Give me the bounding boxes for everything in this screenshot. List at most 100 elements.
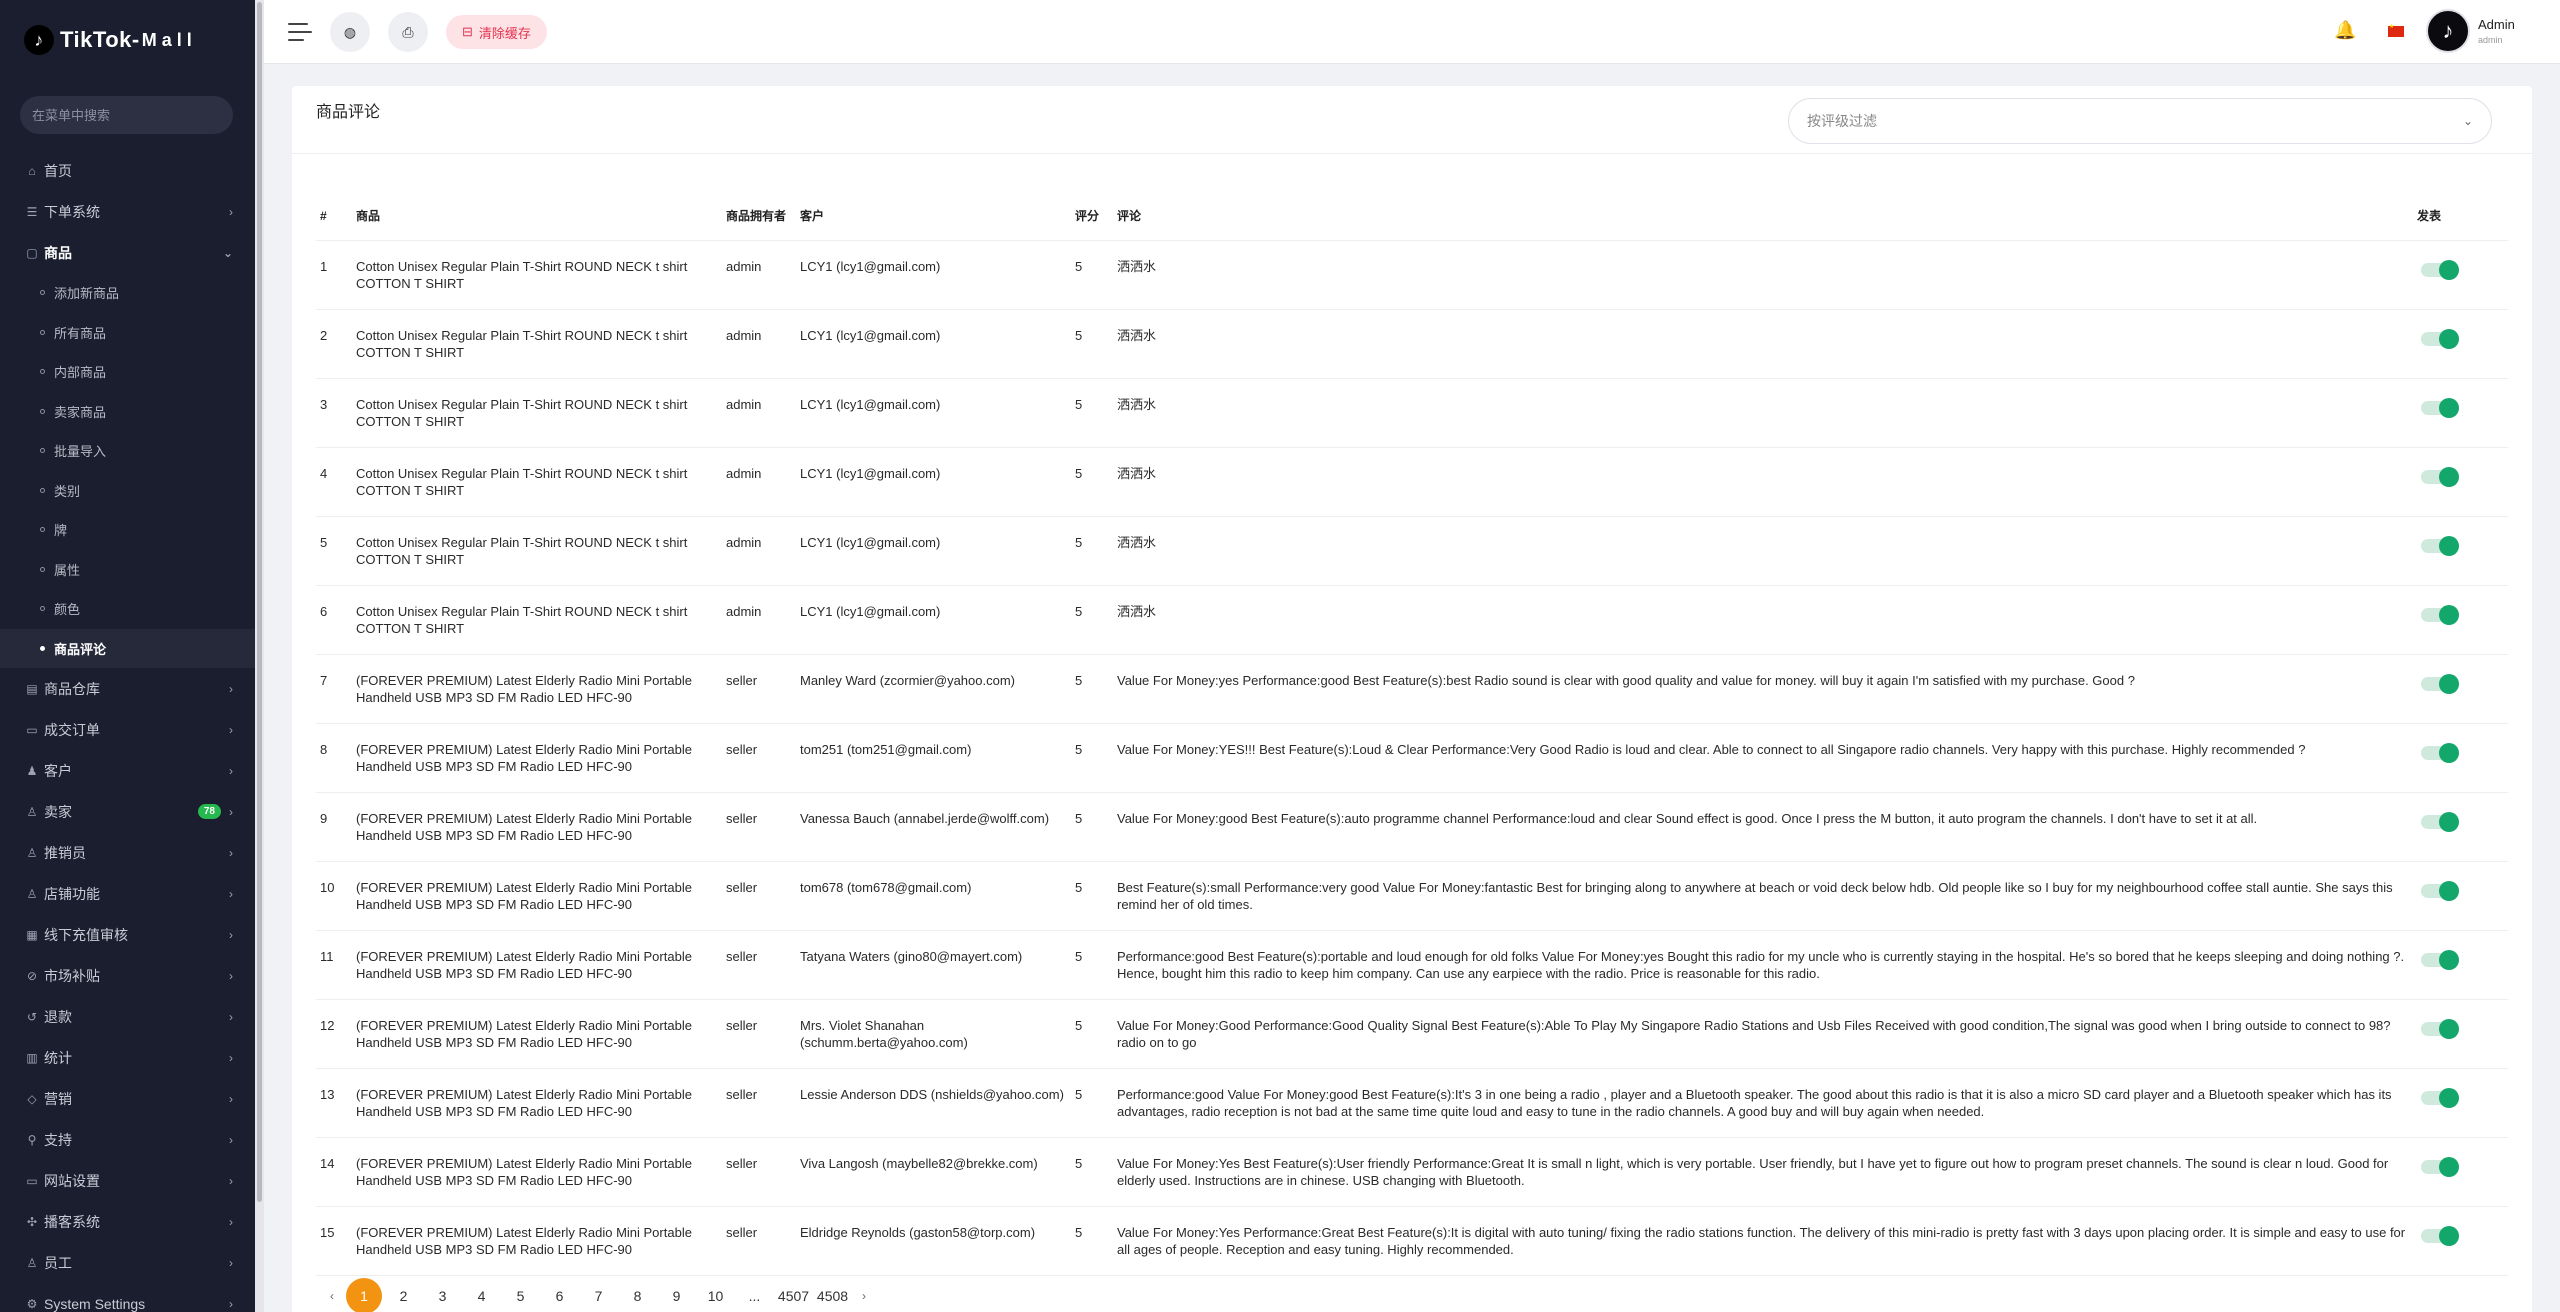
hamburger-menu-icon[interactable]	[288, 20, 316, 44]
sidebar-scrollbar[interactable]	[255, 0, 264, 1312]
brand-name: TikTok	[60, 27, 132, 52]
publish-toggle[interactable]	[2421, 535, 2459, 556]
pagination-page[interactable]: 10	[696, 1288, 735, 1304]
cell-comment: 洒洒水	[1113, 447, 2413, 517]
sidebar-subitem[interactable]: 批量导入	[0, 431, 255, 471]
table-row: 7 (FOREVER PREMIUM) Latest Elderly Radio …	[316, 654, 2508, 724]
publish-toggle[interactable]	[2421, 673, 2459, 694]
publish-toggle[interactable]	[2421, 259, 2459, 280]
cell-publish	[2413, 309, 2508, 379]
cell-customer: LCY1 (lcy1@gmail.com)	[796, 516, 1071, 586]
publish-toggle[interactable]	[2421, 1018, 2459, 1039]
pagination-page[interactable]: 8	[618, 1288, 657, 1304]
pagination-page[interactable]: 9	[657, 1288, 696, 1304]
sidebar-item-label: 支持	[44, 1131, 72, 1148]
rating-filter-select[interactable]: 按评级过滤 ⌄	[1788, 98, 2492, 144]
sidebar-item[interactable]: ✣ 播客系统 ›	[0, 1201, 255, 1242]
publish-toggle[interactable]	[2421, 949, 2459, 970]
website-icon: ▭	[26, 1173, 38, 1188]
sidebar-subitem[interactable]: 牌	[0, 510, 255, 550]
publish-toggle[interactable]	[2421, 466, 2459, 487]
china-flag-icon[interactable]	[2388, 23, 2404, 37]
globe-button[interactable]: ◍	[330, 12, 370, 52]
pagination-page[interactable]: 3	[423, 1288, 462, 1304]
cell-num: 8	[316, 723, 352, 793]
sidebar-item[interactable]: ▥ 统计 ›	[0, 1037, 255, 1078]
sidebar-item[interactable]: ☰ 下单系统 ›	[0, 191, 255, 232]
notification-bell-icon[interactable]: 🔔	[2334, 20, 2356, 41]
pagination-page[interactable]: 6	[540, 1288, 579, 1304]
chevron-right-icon: ›	[229, 1050, 233, 1065]
cell-num: 2	[316, 309, 352, 379]
sidebar-item[interactable]: ▭ 成交订单 ›	[0, 709, 255, 750]
sidebar-item[interactable]: ▢ 商品 ⌄	[0, 232, 255, 273]
publish-toggle[interactable]	[2421, 328, 2459, 349]
sidebar-subitem[interactable]: 属性	[0, 550, 255, 590]
sidebar-item[interactable]: ♙ 卖家 78 ›	[0, 791, 255, 832]
cell-num: 3	[316, 378, 352, 448]
pagination-page[interactable]: 7	[579, 1288, 618, 1304]
clear-cache-button[interactable]: ⊟ 清除缓存	[446, 15, 547, 49]
sidebar-item[interactable]: ⌂ 首页	[0, 150, 255, 191]
sidebar-item[interactable]: ↺ 退款 ›	[0, 996, 255, 1037]
pagination-next-icon[interactable]: ›	[852, 1289, 876, 1303]
pagination-page[interactable]: 1	[346, 1278, 382, 1312]
warehouse-icon: ▤	[26, 681, 38, 696]
sidebar-scrollbar-thumb[interactable]	[257, 2, 262, 1202]
brand-logo[interactable]: ♪ TikTok - Mall	[24, 22, 197, 58]
sidebar-item[interactable]: ♟ 客户 ›	[0, 750, 255, 791]
stats-icon: ▥	[26, 1050, 38, 1065]
publish-toggle[interactable]	[2421, 742, 2459, 763]
sidebar-subitem[interactable]: 添加新商品	[0, 273, 255, 313]
pagination-page[interactable]: 5	[501, 1288, 540, 1304]
publish-toggle[interactable]	[2421, 1225, 2459, 1246]
sidebar-item[interactable]: ⚙ System Settings ›	[0, 1283, 255, 1312]
print-button[interactable]: ⎙	[388, 12, 428, 52]
cell-owner: seller	[722, 930, 796, 1000]
sidebar-item[interactable]: ⚲ 支持 ›	[0, 1119, 255, 1160]
support-icon: ⚲	[27, 1132, 37, 1147]
cell-rating: 5	[1071, 792, 1113, 862]
cell-customer: Vanessa Bauch (annabel.jerde@wolff.com)	[796, 792, 1071, 862]
publish-toggle[interactable]	[2421, 1087, 2459, 1108]
clear-cache-label: 清除缓存	[478, 25, 531, 41]
cell-comment: 洒洒水	[1113, 585, 2413, 655]
pagination-page[interactable]: 2	[384, 1288, 423, 1304]
cell-customer: LCY1 (lcy1@gmail.com)	[796, 447, 1071, 517]
user-name[interactable]: Admin	[2478, 17, 2515, 32]
publish-toggle[interactable]	[2421, 397, 2459, 418]
sidebar-item[interactable]: ▭ 网站设置 ›	[0, 1160, 255, 1201]
chevron-right-icon: ›	[229, 927, 233, 942]
user-avatar[interactable]: ♪	[2426, 9, 2470, 53]
publish-toggle[interactable]	[2421, 811, 2459, 832]
cell-publish	[2413, 723, 2508, 793]
sidebar-subitem[interactable]: 颜色	[0, 589, 255, 629]
sidebar-subitem[interactable]: 卖家商品	[0, 392, 255, 432]
sidebar-item[interactable]: ⊘ 市场补贴 ›	[0, 955, 255, 996]
cell-num: 6	[316, 585, 352, 655]
pagination-page[interactable]: 4	[462, 1288, 501, 1304]
chevron-right-icon: ›	[229, 1173, 233, 1188]
publish-toggle[interactable]	[2421, 880, 2459, 901]
sidebar-subitem[interactable]: 所有商品	[0, 313, 255, 353]
sidebar-item[interactable]: ♙ 推销员 ›	[0, 832, 255, 873]
publish-toggle[interactable]	[2421, 1156, 2459, 1177]
pagination-page[interactable]: 4508	[813, 1288, 852, 1304]
pagination-page[interactable]: 4507	[774, 1288, 813, 1304]
sidebar-subitem[interactable]: 内部商品	[0, 352, 255, 392]
publish-toggle[interactable]	[2421, 604, 2459, 625]
sidebar-item[interactable]: ▤ 商品仓库 ›	[0, 668, 255, 709]
bullet-icon	[40, 369, 45, 375]
toggle-knob	[2439, 397, 2459, 418]
sidebar-item[interactable]: ♙ 员工 ›	[0, 1242, 255, 1283]
sidebar-item[interactable]: ▦ 线下充值审核 ›	[0, 914, 255, 955]
sidebar-item[interactable]: ♙ 店铺功能 ›	[0, 873, 255, 914]
cell-product: (FOREVER PREMIUM) Latest Elderly Radio M…	[352, 654, 722, 724]
pagination-prev-icon[interactable]: ‹	[320, 1289, 344, 1303]
sidebar-item[interactable]: ◇ 营销 ›	[0, 1078, 255, 1119]
cell-num: 9	[316, 792, 352, 862]
sidebar-subitem[interactable]: 商品评论	[0, 628, 255, 668]
menu-search-input[interactable]	[20, 96, 233, 134]
sidebar-subitem[interactable]: 类别	[0, 471, 255, 511]
sidebar-item-label: 员工	[44, 1254, 72, 1271]
